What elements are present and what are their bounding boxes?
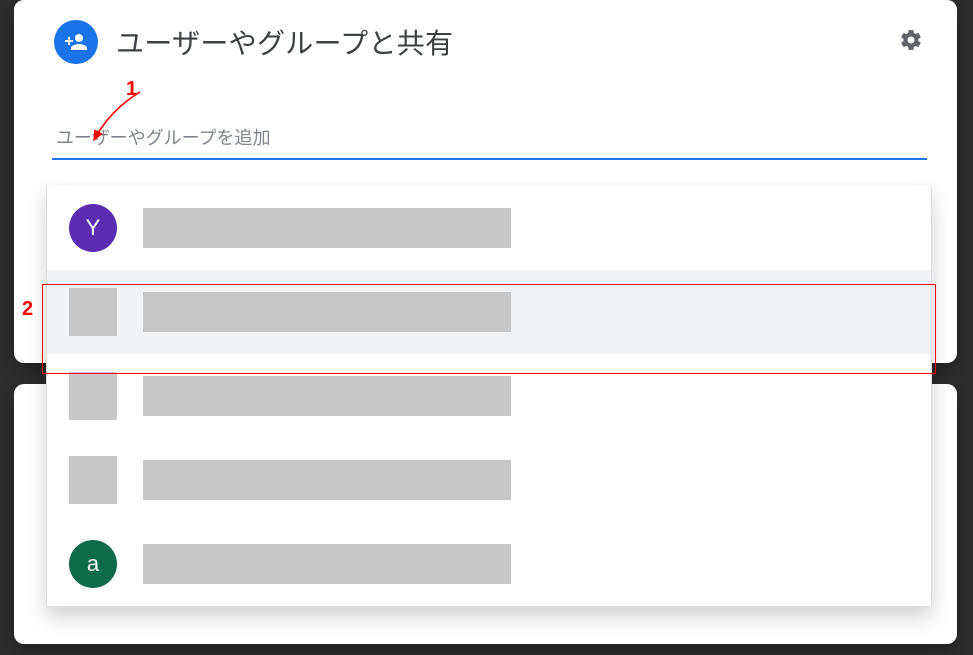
avatar [69,456,117,504]
share-input-placeholder: ユーザーやグループを追加 [52,122,927,156]
avatar: Y [69,204,117,252]
suggestion-item[interactable] [47,270,931,354]
redacted-name [143,544,511,584]
redacted-name [143,292,511,332]
share-dialog-title: ユーザーやグループと共有 [116,22,453,62]
share-suggestions-dropdown: Y a [46,186,932,607]
suggestion-item[interactable] [47,354,931,438]
avatar: a [69,540,117,588]
avatar [69,288,117,336]
share-input-region[interactable]: ユーザーやグループを追加 [52,122,927,160]
suggestion-item[interactable]: a [47,522,931,606]
redacted-name [143,460,511,500]
redacted-name [143,208,511,248]
suggestion-item[interactable]: Y [47,186,931,270]
share-dialog-header: ユーザーやグループと共有 [14,0,957,74]
redacted-name [143,376,511,416]
avatar [69,372,117,420]
share-input-underline [52,158,927,160]
share-dialog: ユーザーやグループと共有 ユーザーやグループを追加 [14,0,957,160]
settings-button[interactable] [891,22,931,62]
gear-icon [899,28,923,57]
suggestion-item[interactable] [47,438,931,522]
person-add-icon [54,20,98,64]
